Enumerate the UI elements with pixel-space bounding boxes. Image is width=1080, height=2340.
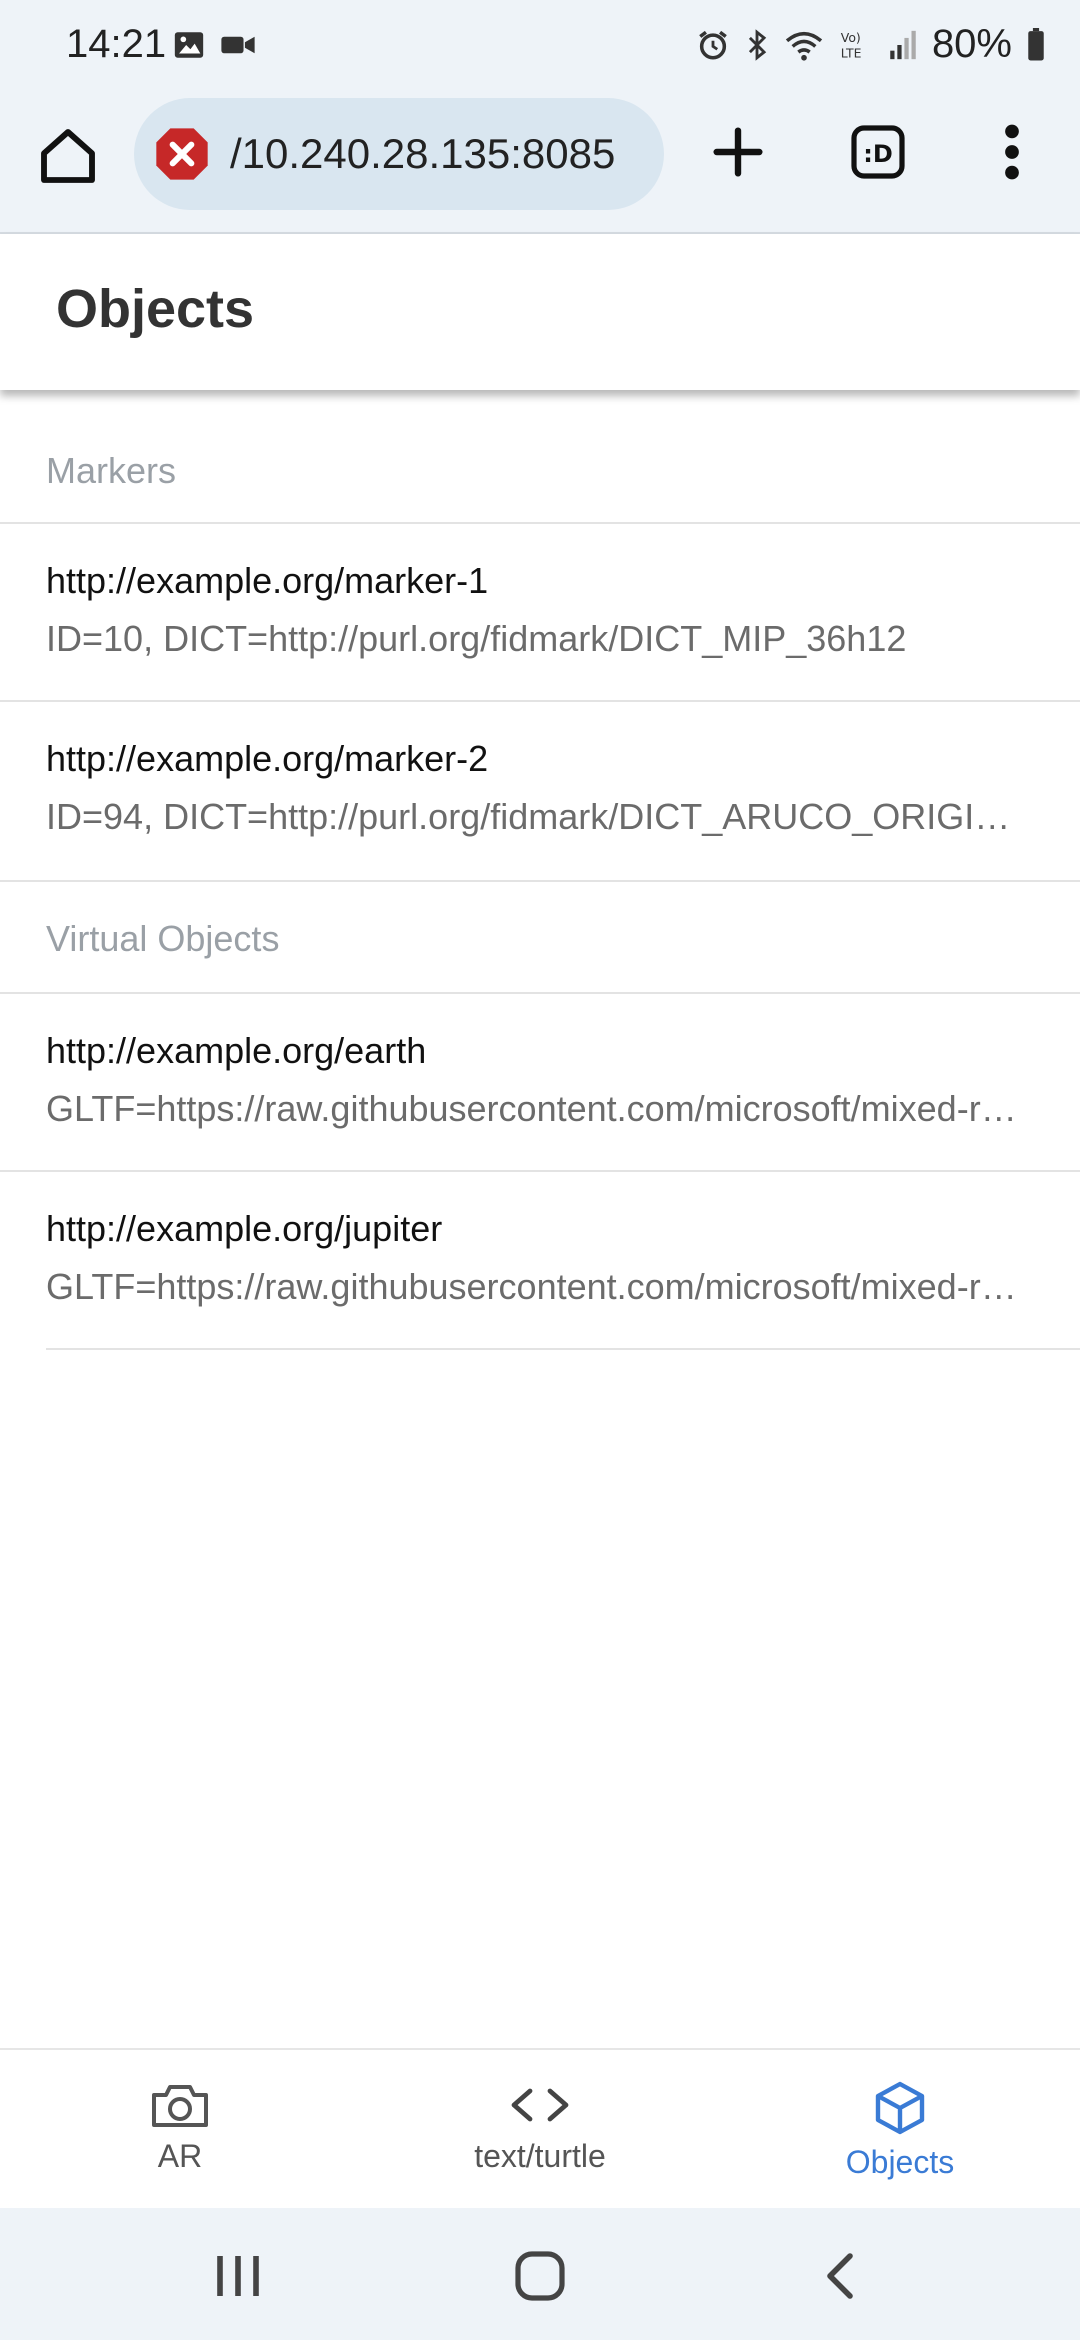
list-item[interactable]: http://example.org/marker-2 ID=94, DICT=…	[0, 702, 1080, 880]
more-vert-icon[interactable]	[990, 120, 1034, 184]
browser-toolbar: /10.240.28.135:8085 :D	[0, 96, 1080, 234]
back-icon[interactable]	[814, 2248, 870, 2304]
plus-icon[interactable]	[706, 120, 770, 184]
code-icon	[511, 2088, 569, 2122]
home-icon[interactable]	[36, 124, 100, 188]
recents-icon[interactable]	[210, 2248, 266, 2304]
battery-icon	[1028, 27, 1044, 60]
tab-label: text/turtle	[474, 2138, 606, 2174]
list-item[interactable]: http://example.org/earth GLTF=https://ra…	[0, 994, 1080, 1172]
status-notification-icons	[172, 28, 256, 62]
tab-label: Objects	[845, 2144, 955, 2180]
warning-icon[interactable]	[154, 126, 210, 182]
section-header-virtual-objects: Virtual Objects	[0, 880, 1080, 994]
system-navigation	[0, 2208, 1080, 2340]
status-time: 14:21	[66, 22, 167, 66]
tab-count: :D	[863, 140, 893, 168]
tab-ar[interactable]: AR	[0, 2050, 360, 2208]
bluetooth-icon	[748, 28, 767, 61]
list-item-title: http://example.org/earth	[46, 1030, 427, 1071]
tabs-button[interactable]: :D	[850, 124, 906, 180]
list-item-subtitle: ID=10, DICT=http://purl.org/fidmark/DICT…	[46, 618, 907, 659]
tabs-icon: :D	[851, 125, 905, 179]
list-item-title: http://example.org/marker-2	[46, 738, 489, 779]
battery-percent: 80%	[931, 22, 1012, 66]
address-bar[interactable]: /10.240.28.135:8085	[134, 98, 664, 210]
status-system-icons: Vo) LTE 80%	[696, 22, 1046, 67]
list-item[interactable]: http://example.org/jupiter GLTF=https://…	[0, 1172, 1080, 1350]
objects-list: Markers http://example.org/marker-1 ID=1…	[0, 390, 1080, 1350]
app-header: Objects	[0, 234, 1080, 390]
image-icon	[174, 32, 204, 58]
svg-text:Vo): Vo)	[841, 30, 861, 45]
divider	[46, 1348, 1080, 1350]
list-item-subtitle: ID=94, DICT=http://purl.org/fidmark/DICT…	[46, 796, 1034, 837]
list-item-title: http://example.org/marker-1	[46, 560, 489, 601]
tab-label: AR	[157, 2138, 203, 2174]
list-item-title: http://example.org/jupiter	[46, 1208, 443, 1249]
video-icon	[221, 36, 255, 54]
list-item-subtitle: GLTF=https://raw.githubusercontent.com/m…	[46, 1266, 1034, 1307]
list-item[interactable]: http://example.org/marker-1 ID=10, DICT=…	[0, 524, 1080, 702]
camera-icon	[152, 2085, 208, 2127]
list-item-subtitle: GLTF=https://raw.githubusercontent.com/m…	[46, 1088, 1034, 1129]
home-circle-icon[interactable]	[512, 2248, 568, 2304]
section-header-markers: Markers	[0, 390, 1080, 524]
cube-icon	[875, 2081, 925, 2135]
url-text[interactable]: /10.240.28.135:8085	[230, 130, 615, 178]
volte-icon: Vo)LTE	[841, 30, 862, 60]
tab-objects[interactable]: Objects	[720, 2050, 1080, 2208]
alarm-icon	[699, 30, 727, 60]
svg-text:LTE: LTE	[841, 45, 862, 60]
page-title: Objects	[56, 279, 255, 339]
bottom-navigation: AR text/turtle Objects	[0, 2048, 1080, 2210]
wifi-icon	[785, 31, 823, 61]
status-bar: 14:21 Vo) LTE 80%	[0, 0, 1080, 96]
signal-icon	[890, 30, 916, 59]
tab-text-turtle[interactable]: text/turtle	[360, 2050, 720, 2208]
